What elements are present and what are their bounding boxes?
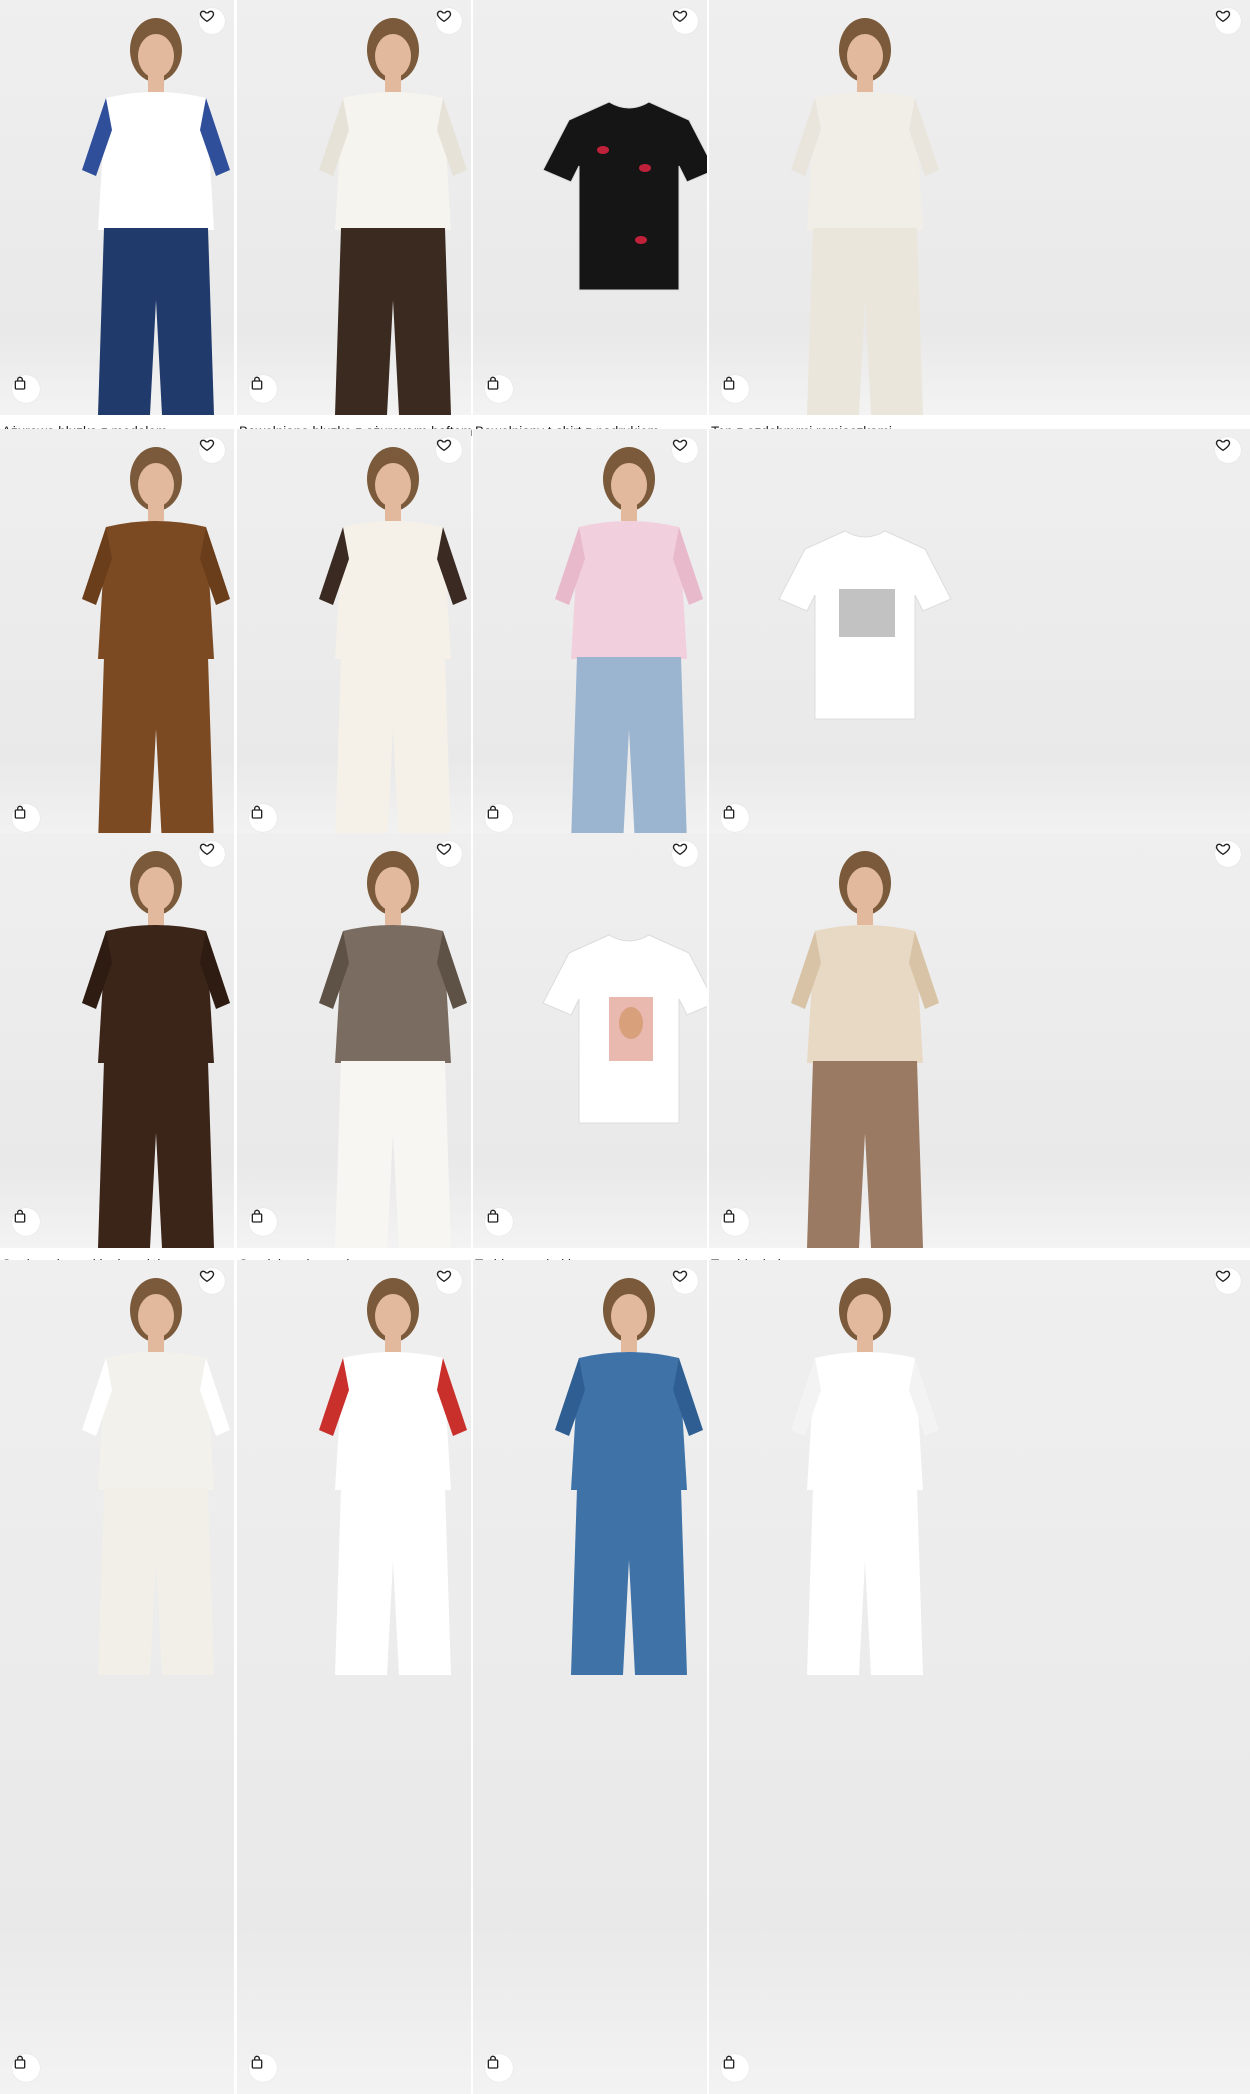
product-image[interactable]: [0, 1260, 234, 2094]
product-image[interactable]: [473, 1260, 707, 2094]
product-image[interactable]: [0, 833, 234, 1248]
heart-icon[interactable]: [199, 437, 225, 463]
product-image[interactable]: [709, 0, 1250, 415]
shopping-bag-icon[interactable]: [12, 375, 40, 403]
shopping-bag-icon[interactable]: [721, 1208, 749, 1236]
product-image[interactable]: [0, 0, 234, 415]
product-image[interactable]: [237, 1260, 471, 2094]
product-image[interactable]: [473, 0, 707, 415]
heart-icon[interactable]: [436, 841, 462, 867]
heart-icon[interactable]: [1215, 437, 1241, 463]
product-image[interactable]: [0, 429, 234, 844]
heart-icon[interactable]: [672, 1268, 698, 1294]
heart-icon[interactable]: [1215, 841, 1241, 867]
shopping-bag-icon[interactable]: [249, 375, 277, 403]
heart-icon[interactable]: [199, 841, 225, 867]
heart-icon[interactable]: [436, 8, 462, 34]
heart-icon[interactable]: [1215, 1268, 1241, 1294]
shopping-bag-icon[interactable]: [485, 375, 513, 403]
product-image[interactable]: [709, 833, 1250, 1248]
product-image[interactable]: [237, 833, 471, 1248]
heart-icon[interactable]: [672, 437, 698, 463]
shopping-bag-icon[interactable]: [721, 375, 749, 403]
shopping-bag-icon[interactable]: [12, 804, 40, 832]
shopping-bag-icon[interactable]: [485, 2054, 513, 2082]
heart-icon[interactable]: [436, 1268, 462, 1294]
product-image[interactable]: [709, 429, 1250, 844]
shopping-bag-icon[interactable]: [249, 1208, 277, 1236]
shopping-bag-icon[interactable]: [721, 2054, 749, 2082]
heart-icon[interactable]: [1215, 8, 1241, 34]
product-image[interactable]: [237, 0, 471, 415]
shopping-bag-icon[interactable]: [485, 1208, 513, 1236]
shopping-bag-icon[interactable]: [485, 804, 513, 832]
product-image[interactable]: [473, 429, 707, 844]
shopping-bag-icon[interactable]: [721, 804, 749, 832]
product-image[interactable]: [237, 429, 471, 844]
heart-icon[interactable]: [672, 841, 698, 867]
heart-icon[interactable]: [436, 437, 462, 463]
shopping-bag-icon[interactable]: [12, 2054, 40, 2082]
heart-icon[interactable]: [199, 8, 225, 34]
shopping-bag-icon[interactable]: [249, 2054, 277, 2082]
product-image[interactable]: [709, 1260, 1250, 2094]
shopping-bag-icon[interactable]: [12, 1208, 40, 1236]
heart-icon[interactable]: [672, 8, 698, 34]
product-image[interactable]: [473, 833, 707, 1248]
shopping-bag-icon[interactable]: [249, 804, 277, 832]
heart-icon[interactable]: [199, 1268, 225, 1294]
